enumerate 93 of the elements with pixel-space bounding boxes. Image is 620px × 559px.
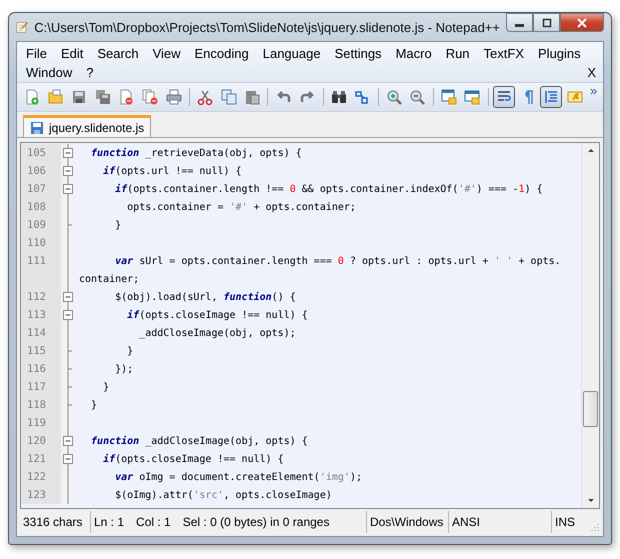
fold-toggle-icon[interactable]: [62, 144, 74, 162]
code-line: if(opts.closeImage !== null) {: [102, 454, 284, 464]
code-line: if(opts.container.length !== 0 && opts.container.indexOf('#') === -1) {: [114, 184, 543, 194]
code-line: });: [114, 364, 134, 374]
code-line: }: [126, 346, 134, 356]
line-number: 110: [21, 234, 61, 252]
paste-icon: [244, 89, 260, 105]
line-number: 113: [21, 306, 61, 324]
line-number: 114: [21, 324, 61, 342]
menu-item[interactable]: Window: [19, 63, 80, 82]
code-line: var oImg = document.createElement('img');: [114, 472, 362, 482]
line-number: 121: [21, 450, 61, 468]
menu-item[interactable]: Settings: [328, 44, 389, 63]
line-number: 108: [21, 198, 61, 216]
fold-toggle-icon[interactable]: [62, 306, 74, 324]
fold-toggle-icon[interactable]: [62, 288, 74, 306]
window-title: C:\Users\Tom\Dropbox\Projects\Tom\SlideNote\js\jquery.slidenote.js - Notepad++: [34, 20, 500, 34]
zoomout-icon: [409, 89, 426, 105]
line-number: 123: [21, 486, 61, 504]
menu-item[interactable]: File: [19, 44, 54, 63]
close-icon: [576, 18, 588, 28]
line-number: 115: [21, 342, 61, 360]
line-number: 109: [21, 216, 61, 234]
scroll-thumb[interactable]: [583, 391, 598, 427]
line-number: 120: [21, 432, 61, 450]
menu-item[interactable]: ?: [79, 63, 100, 82]
menu-item[interactable]: TextFX: [476, 44, 532, 63]
status-column: Col : 1: [136, 515, 171, 529]
maximize-icon: [542, 18, 552, 28]
save-icon: [71, 89, 88, 105]
line-number: 106: [21, 162, 61, 180]
notepad-icon: [16, 19, 28, 35]
open-icon: [48, 89, 64, 105]
menu-item[interactable]: Macro: [388, 44, 439, 63]
status-mode: INS: [554, 514, 576, 531]
menu-item[interactable]: View: [146, 44, 188, 63]
code-line: }: [90, 400, 98, 410]
code-line: $(obj).load(sUrl, function() {: [114, 292, 296, 302]
minimize-button[interactable]: [506, 13, 533, 32]
close-icon: [118, 89, 134, 105]
file-tab[interactable]: jquery.slidenote.js: [23, 115, 152, 137]
menu-item[interactable]: Language: [256, 44, 328, 63]
menu-item[interactable]: Encoding: [188, 44, 256, 63]
code-line: }: [102, 382, 110, 392]
minimize-icon: [515, 24, 524, 27]
code-line: $(oImg).attr('src', opts.closeImage): [114, 490, 332, 500]
menu-item[interactable]: Edit: [54, 44, 90, 63]
find-icon: [330, 89, 347, 105]
fold-toggle-icon[interactable]: [62, 450, 74, 468]
zoomin-icon: [386, 89, 402, 105]
code-line: function _addCloseImage(obj, opts) {: [90, 436, 308, 446]
line-number: 118: [21, 396, 61, 414]
print-icon: [166, 89, 182, 105]
line-number: 107: [21, 180, 61, 198]
toolbar-button[interactable]: [492, 86, 516, 108]
code-line: function _retrieveData(obj, opts) {: [90, 148, 302, 158]
menu-item[interactable]: Run: [438, 44, 477, 63]
code-line: if(opts.url !== null) {: [102, 166, 242, 176]
line-number: 122: [21, 468, 61, 486]
line-number: 116: [21, 360, 61, 378]
line-number: 112: [21, 288, 61, 306]
undo-icon: [276, 89, 292, 105]
scrollbar[interactable]: [581, 143, 599, 508]
line-number: 111: [21, 252, 61, 270]
code-line: if(opts.closeImage !== null) {: [126, 310, 308, 320]
closeall-icon: [142, 89, 158, 105]
status-line: Ln : 1: [94, 515, 124, 529]
line-number: 105: [21, 144, 61, 162]
toolbar-overflow-button[interactable]: »: [588, 83, 600, 98]
close-document-button[interactable]: X: [580, 63, 603, 82]
code-line: container;: [78, 274, 140, 284]
code-line: }: [114, 220, 122, 230]
code-line: _addCloseImage(obj, opts);: [138, 328, 296, 338]
new-icon: [24, 89, 40, 105]
close-button[interactable]: [560, 13, 604, 32]
code-line: var sUrl = opts.container.length === 0 ? opts.url : opts.url + ' ' + opts.: [114, 256, 561, 266]
line-number: 119: [21, 414, 61, 432]
code-line: opts.container = '#' + opts.container;: [126, 202, 356, 212]
status-selection: Sel : 0 (0 bytes) in 0 ranges: [182, 515, 330, 529]
fold-toggle-icon[interactable]: [62, 432, 74, 450]
fold-toggle-icon[interactable]: [62, 162, 74, 180]
status-chars: 3316 chars: [20, 511, 91, 533]
copy-icon: [220, 89, 237, 105]
menu-item[interactable]: Plugins: [531, 44, 588, 63]
cut-icon: [197, 89, 214, 105]
toolbar-button[interactable]: [540, 86, 562, 108]
status-eol: Dos\Windows: [367, 511, 449, 533]
status-encoding: ANSI: [449, 511, 552, 533]
redo-icon: [299, 89, 316, 105]
line-number: 117: [21, 378, 61, 396]
fold-toggle-icon[interactable]: [62, 180, 74, 198]
maximize-button[interactable]: [533, 13, 560, 32]
menu-item[interactable]: Search: [90, 44, 146, 63]
